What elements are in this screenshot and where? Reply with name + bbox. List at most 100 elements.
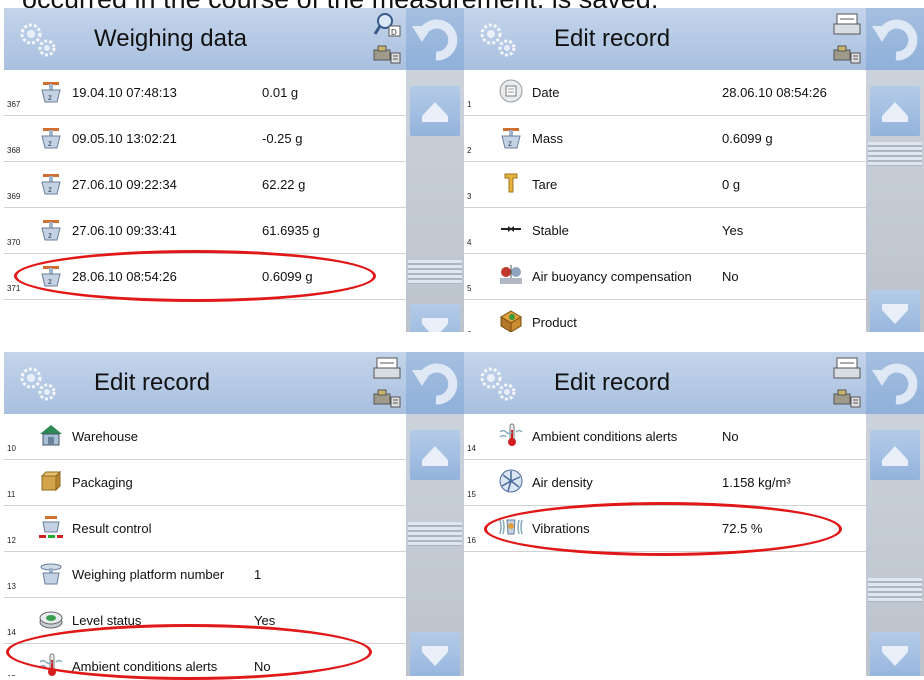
print-icon[interactable]	[372, 356, 402, 382]
list-item[interactable]: 13 Weighing platform number 1	[4, 552, 406, 598]
print-icon[interactable]	[832, 356, 862, 382]
record-list: 1 Date 28.06.10 08:54:26 2 Mass 0.6099 g 3 Ta…	[464, 70, 866, 332]
arrow-up-icon	[410, 430, 460, 480]
print-icon[interactable]	[832, 12, 862, 38]
list-item[interactable]: 371 28.06.10 08:54:26 0.6099 g	[4, 254, 406, 300]
scroll-up-button[interactable]	[410, 86, 460, 136]
scroll-up-button[interactable]	[870, 86, 920, 136]
item-value: 0.6099 g	[722, 131, 773, 146]
item-label: 27.06.10 09:22:34	[72, 177, 177, 192]
list-item[interactable]: 15 Ambient conditions alerts No	[4, 644, 406, 676]
settings-gear-icon	[18, 366, 60, 402]
scroll-down-button[interactable]	[410, 304, 460, 332]
item-label: Vibrations	[532, 521, 590, 536]
arrow-down-icon	[410, 304, 460, 332]
list-item[interactable]: 370 27.06.10 09:33:41 61.6935 g	[4, 208, 406, 254]
scrollbar-thumb[interactable]	[408, 522, 462, 546]
list-item[interactable]: 367 19.04.10 07:48:13 0.01 g	[4, 70, 406, 116]
list-item[interactable]: 10 Warehouse	[4, 414, 406, 460]
device-settings-icon[interactable]	[832, 40, 862, 66]
side-navigation	[866, 8, 924, 332]
scroll-up-button[interactable]	[870, 430, 920, 480]
device-settings-icon[interactable]	[372, 384, 402, 410]
item-label: 09.05.10 13:02:21	[72, 131, 177, 146]
scrollbar-thumb[interactable]	[868, 578, 922, 602]
item-value: -0.25 g	[262, 131, 303, 146]
arrow-up-icon	[870, 430, 920, 480]
item-value: Yes	[722, 223, 744, 238]
edit-record-panel: Edit record 10 Warehouse 11 Packaging 12 Re…	[4, 352, 464, 676]
item-label: Result control	[72, 521, 152, 536]
scale-icon	[38, 78, 64, 104]
item-value: 0 g	[722, 177, 741, 192]
panel-header: Edit record	[464, 8, 866, 70]
back-button[interactable]	[406, 8, 464, 70]
panel-title: Edit record	[94, 369, 211, 396]
item-label: Product	[532, 315, 577, 330]
list-item[interactable]: 6 Product	[464, 300, 866, 332]
item-label: Mass	[532, 131, 564, 146]
item-label: Ambient conditions alerts	[532, 429, 678, 444]
side-navigation	[406, 8, 464, 332]
item-label: Packaging	[72, 475, 133, 490]
item-label: Stable	[532, 223, 569, 238]
settings-gear-icon	[478, 22, 520, 58]
item-number: 10	[7, 444, 16, 453]
scale-icon	[498, 124, 524, 150]
search-database-icon[interactable]	[372, 12, 402, 38]
scrollbar-thumb[interactable]	[868, 142, 922, 166]
device-settings-icon[interactable]	[832, 384, 862, 410]
item-number: 369	[7, 192, 21, 201]
item-number: 371	[7, 284, 21, 293]
arrow-down-icon	[870, 632, 920, 676]
item-label: Ambient conditions alerts	[72, 659, 218, 674]
back-button[interactable]	[406, 352, 464, 414]
record-list: 10 Warehouse 11 Packaging 12 Result control…	[4, 414, 406, 676]
panel-header: Edit record	[4, 352, 406, 414]
list-item[interactable]: 11 Packaging	[4, 460, 406, 506]
item-label: Date	[532, 85, 560, 100]
item-number: 15	[467, 490, 476, 499]
back-button[interactable]	[866, 8, 924, 70]
list-item[interactable]: 15 Air density 1.158 kg/m³	[464, 460, 866, 506]
list-item[interactable]: 12 Result control	[4, 506, 406, 552]
list-item[interactable]: 5 Air buoyancy compensation No	[464, 254, 866, 300]
item-number: 4	[467, 238, 472, 247]
panel-header: Edit record	[464, 352, 866, 414]
item-label: Weighing platform number	[72, 567, 225, 582]
item-label: Tare	[532, 177, 558, 192]
scroll-up-button[interactable]	[410, 430, 460, 480]
scale-icon	[38, 216, 64, 242]
item-value: 62.22 g	[262, 177, 306, 192]
item-number: 6	[467, 330, 471, 332]
packaging-icon	[38, 468, 64, 494]
item-number: 367	[7, 100, 21, 109]
scrollbar-thumb[interactable]	[408, 260, 462, 284]
item-number: 15	[7, 674, 16, 676]
list-item[interactable]: 4 Stable Yes	[464, 208, 866, 254]
device-settings-icon[interactable]	[372, 40, 402, 66]
scroll-down-button[interactable]	[410, 632, 460, 676]
item-label: Air buoyancy compensation	[532, 269, 692, 284]
list-item[interactable]: 1 Date 28.06.10 08:54:26	[464, 70, 866, 116]
list-item[interactable]: 14 Level status Yes	[4, 598, 406, 644]
list-item[interactable]: 369 27.06.10 09:22:34 62.22 g	[4, 162, 406, 208]
panel-header: Weighing data	[4, 8, 406, 70]
item-value: 61.6935 g	[262, 223, 320, 238]
item-value: 0.6099 g	[262, 269, 313, 284]
scroll-down-button[interactable]	[870, 290, 920, 332]
list-item[interactable]: 3 Tare 0 g	[464, 162, 866, 208]
tare-icon	[498, 170, 524, 196]
back-button[interactable]	[866, 352, 924, 414]
item-value: 1	[254, 567, 262, 582]
item-label: Air density	[532, 475, 593, 490]
item-value: 28.06.10 08:54:26	[722, 85, 827, 100]
list-item[interactable]: 16 Vibrations 72.5 %	[464, 506, 866, 552]
item-label: 19.04.10 07:48:13	[72, 85, 177, 100]
arrow-down-icon	[410, 632, 460, 676]
arrow-up-icon	[410, 86, 460, 136]
list-item[interactable]: 368 09.05.10 13:02:21 -0.25 g	[4, 116, 406, 162]
list-item[interactable]: 14 Ambient conditions alerts No	[464, 414, 866, 460]
list-item[interactable]: 2 Mass 0.6099 g	[464, 116, 866, 162]
scroll-down-button[interactable]	[870, 632, 920, 676]
